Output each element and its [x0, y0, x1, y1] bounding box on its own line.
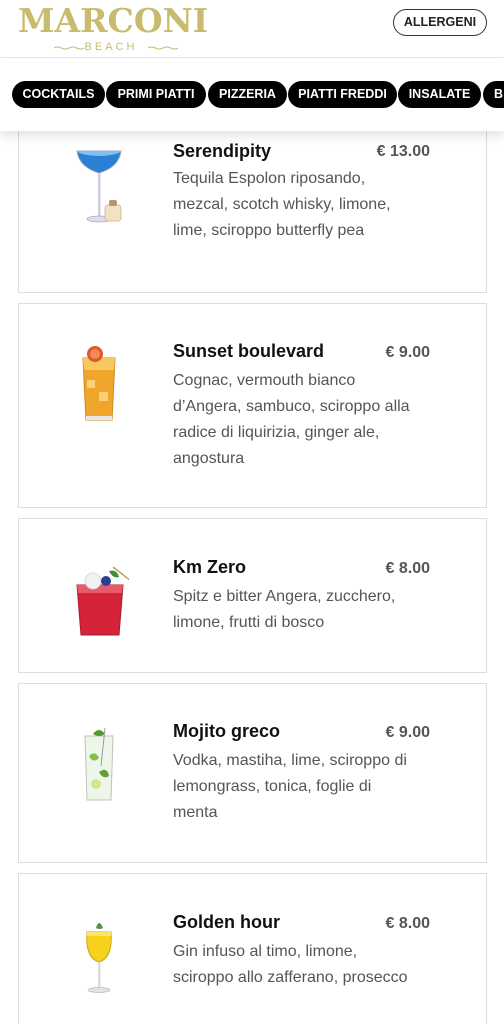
logo-wave-right-icon — [148, 46, 178, 50]
item-description: Gin infuso al timo, limone, sciroppo all… — [173, 943, 408, 986]
item-price: € 13.00 — [376, 143, 430, 160]
category-nav: COCKTAILS PRIMI PIATTI PIZZERIA PIATTI F… — [0, 59, 504, 131]
menu-item-card[interactable]: Serendipity € 13.00 Tequila Espolon ripo… — [18, 131, 487, 293]
yellow-wine-glass-icon — [86, 923, 112, 993]
allergens-button[interactable]: ALLERGENI — [393, 9, 487, 36]
item-description: Tequila Espolon riposando, mezcal, scotc… — [173, 170, 391, 239]
marconi-beach-logo[interactable]: MARCONI BEACH — [18, 2, 208, 56]
item-description: Vodka, mastiha, lime, sciroppo di lemong… — [173, 752, 407, 821]
item-name: Serendipity — [173, 141, 272, 161]
menu-item-card[interactable]: Mojito greco € 9.00 Vodka, mastiha, lime… — [18, 683, 487, 863]
item-price: € 9.00 — [385, 724, 430, 741]
top-header: MARCONI BEACH ALLERGENI — [0, 0, 504, 58]
category-tab-pizzeria[interactable]: PIZZERIA — [208, 81, 287, 108]
category-tab-cocktails[interactable]: COCKTAILS — [12, 81, 105, 108]
item-name: Golden hour — [173, 912, 280, 932]
item-description: Spitz e bitter Angera, zucchero, limone,… — [173, 588, 396, 631]
category-tab-piatti-freddi[interactable]: PIATTI FREDDI — [288, 81, 397, 108]
amber-highball-cocktail-icon — [82, 346, 116, 421]
item-name: Mojito greco — [173, 721, 280, 741]
item-description: Cognac, vermouth bianco d’Angera, sambuc… — [173, 372, 410, 467]
category-tab-insalate[interactable]: INSALATE — [398, 81, 481, 108]
logo-main-text: MARCONI — [18, 1, 209, 40]
red-tumbler-cocktail-icon — [76, 566, 129, 636]
menu-list: Serendipity € 13.00 Tequila Espolon ripo… — [0, 131, 504, 1024]
item-price: € 8.00 — [385, 560, 430, 577]
menu-item-card[interactable]: Km Zero € 8.00 Spitz e bitter Angera, zu… — [18, 518, 487, 673]
category-tab-primi-piatti[interactable]: PRIMI PIATTI — [106, 81, 206, 108]
item-price: € 8.00 — [385, 915, 430, 932]
menu-item-card[interactable]: Sunset boulevard € 9.00 Cognac, vermouth… — [18, 303, 487, 508]
mojito-glass-icon — [84, 727, 114, 801]
item-name: Sunset boulevard — [173, 341, 325, 361]
blue-coupe-cocktail-icon — [76, 150, 122, 223]
category-tab-partial[interactable]: B — [483, 81, 504, 108]
menu-item-card[interactable]: Golden hour € 8.00 Gin infuso al timo, l… — [18, 873, 487, 1024]
item-price: € 9.00 — [385, 344, 430, 361]
item-name: Km Zero — [173, 557, 247, 577]
